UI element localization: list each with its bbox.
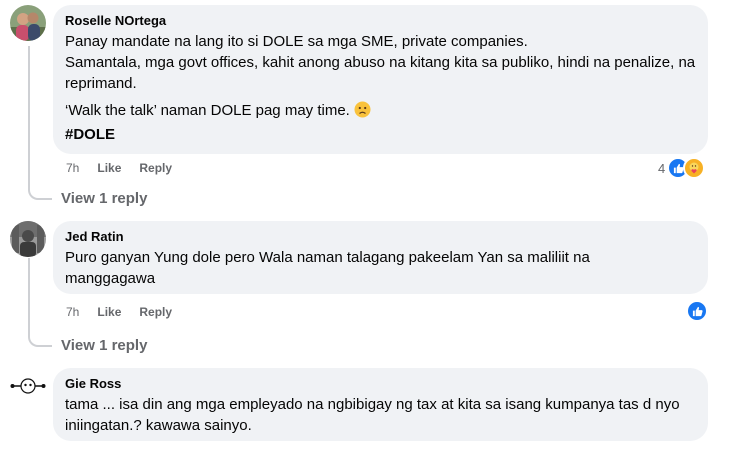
comment-text: tama ... isa din ang mga empleyado na ng… — [65, 396, 680, 434]
avatar[interactable] — [10, 368, 46, 404]
hashtag-link[interactable]: #DOLE — [65, 126, 115, 143]
comment-line: ‘Walk the talk’ naman DOLE pag may time. — [65, 102, 350, 119]
comment-bubble: Roselle NOrtega Panay mandate na lang it… — [53, 5, 708, 154]
comment-author[interactable]: Gie Ross — [65, 376, 696, 391]
comment-author[interactable]: Jed Ratin — [65, 229, 696, 244]
comment-line: Samantala, mga govt offices, kahit anong… — [65, 54, 696, 92]
thread-connector — [28, 313, 52, 347]
comment-body: Puro ganyan Yung dole pero Wala naman ta… — [65, 247, 696, 289]
reaction-summary[interactable] — [686, 300, 708, 322]
profile-photo — [10, 368, 46, 404]
comment-actions: 7h Like Reply — [66, 161, 172, 175]
reply-button[interactable]: Reply — [139, 305, 172, 319]
care-icon — [683, 157, 706, 179]
comment-author[interactable]: Roselle NOrtega — [65, 13, 696, 28]
thread-connector — [28, 166, 52, 200]
comment-timestamp[interactable]: 7h — [66, 161, 79, 175]
reaction-count: 4 — [658, 160, 666, 176]
reaction-summary[interactable]: 4 — [658, 157, 706, 179]
view-replies-button[interactable]: View 1 reply — [61, 190, 147, 207]
comment-text: Puro ganyan Yung dole pero Wala naman ta… — [65, 249, 590, 287]
comment-text: ‘Walk the talk’ naman DOLE pag may time.… — [65, 100, 696, 145]
worried-face-emoji-icon — [354, 101, 371, 124]
comment-actions: 7h Like Reply — [66, 305, 172, 319]
like-button[interactable]: Like — [97, 305, 121, 319]
reply-button[interactable]: Reply — [139, 161, 172, 175]
profile-photo — [10, 5, 46, 41]
like-icon — [686, 300, 708, 322]
thread-line — [28, 258, 30, 313]
comment-body: tama ... isa din ang mga empleyado na ng… — [65, 394, 696, 436]
avatar[interactable] — [10, 221, 46, 257]
comment-text: Panay mandate na lang ito si DOLE sa mga… — [65, 31, 696, 94]
comment-timestamp[interactable]: 7h — [66, 305, 79, 319]
profile-photo — [10, 221, 46, 257]
view-replies-button[interactable]: View 1 reply — [61, 337, 147, 354]
comment-bubble: Gie Ross tama ... isa din ang mga empley… — [53, 368, 708, 441]
thread-line — [28, 46, 30, 166]
comment-line: Panay mandate na lang ito si DOLE sa mga… — [65, 33, 528, 50]
avatar[interactable] — [10, 5, 46, 41]
like-button[interactable]: Like — [97, 161, 121, 175]
comment-bubble: Jed Ratin Puro ganyan Yung dole pero Wal… — [53, 221, 708, 294]
comment-body: Panay mandate na lang ito si DOLE sa mga… — [65, 31, 696, 145]
